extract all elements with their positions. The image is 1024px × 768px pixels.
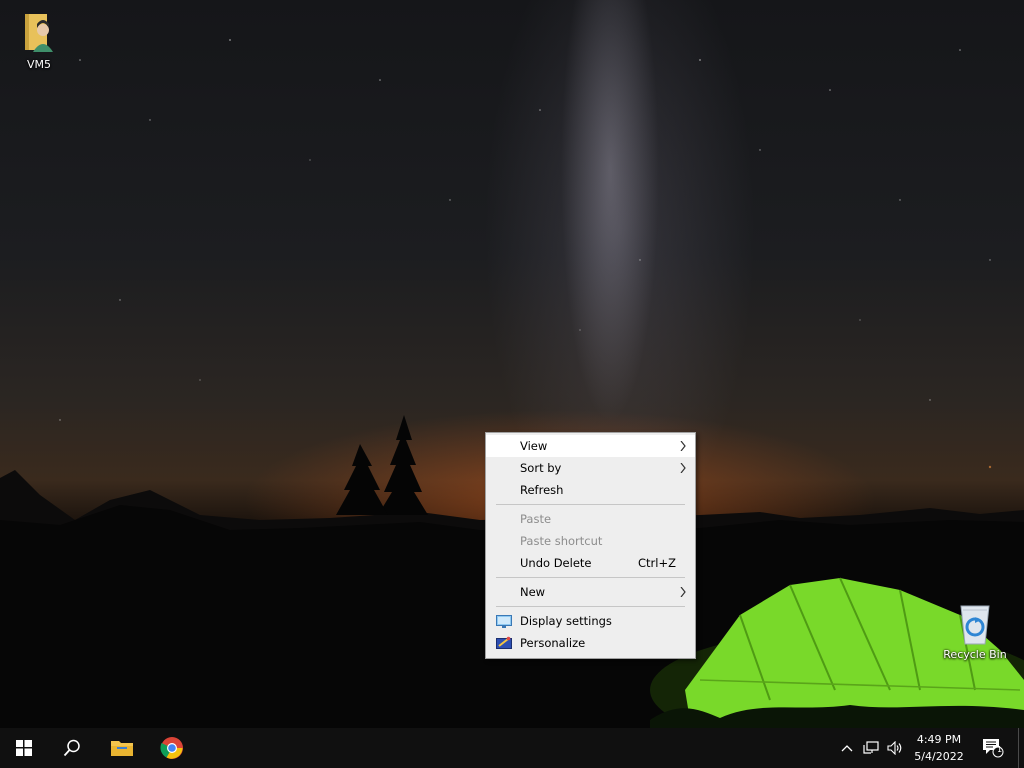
desktop-icon-recycle-bin[interactable]: Recycle Bin bbox=[938, 602, 1012, 661]
volume-button[interactable] bbox=[884, 728, 906, 768]
menu-item-display-settings[interactable]: Display settings bbox=[486, 610, 695, 632]
menu-item-personalize[interactable]: Personalize bbox=[486, 632, 695, 654]
user-folder-icon bbox=[25, 14, 53, 52]
clock-date: 5/4/2022 bbox=[914, 750, 964, 763]
menu-item-shortcut: Ctrl+Z bbox=[638, 556, 676, 570]
chrome-icon bbox=[160, 737, 183, 759]
search-icon bbox=[63, 739, 80, 757]
menu-item-label: Personalize bbox=[520, 636, 586, 650]
menu-item-label: New bbox=[520, 585, 546, 599]
menu-separator bbox=[496, 504, 685, 505]
menu-item-refresh[interactable]: Refresh bbox=[486, 479, 695, 501]
menu-item-label: View bbox=[520, 439, 548, 453]
desktop-context-menu: View Sort by Refresh Paste Paste shortcu… bbox=[485, 432, 696, 659]
menu-item-label: Paste bbox=[520, 512, 552, 526]
menu-item-label: Refresh bbox=[520, 483, 564, 497]
menu-item-new[interactable]: New bbox=[486, 581, 695, 603]
taskbar-file-explorer[interactable] bbox=[98, 728, 146, 768]
search-button[interactable] bbox=[48, 728, 96, 768]
desktop-icon-vm5[interactable]: VM5 bbox=[2, 10, 76, 71]
network-icon bbox=[863, 741, 879, 754]
action-center-button[interactable]: 1 bbox=[978, 728, 1008, 768]
menu-separator bbox=[496, 577, 685, 578]
menu-item-view[interactable]: View bbox=[486, 435, 695, 457]
chevron-right-icon bbox=[680, 587, 686, 597]
menu-item-label: Display settings bbox=[520, 614, 612, 628]
desktop-icon-label: Recycle Bin bbox=[943, 648, 1007, 661]
network-button[interactable] bbox=[860, 728, 882, 768]
taskbar-chrome[interactable] bbox=[148, 728, 196, 768]
taskbar: 4:49 PM 5/4/2022 1 bbox=[0, 728, 1024, 768]
chevron-right-icon bbox=[680, 463, 686, 473]
notification-count-badge: 1 bbox=[997, 745, 1003, 754]
show-hidden-icons-button[interactable] bbox=[838, 728, 856, 768]
chevron-right-icon bbox=[680, 441, 686, 451]
volume-icon bbox=[887, 741, 902, 755]
desktop-icon-label: VM5 bbox=[26, 58, 51, 71]
menu-item-undo-delete[interactable]: Undo Delete Ctrl+Z bbox=[486, 552, 695, 574]
menu-separator bbox=[496, 606, 685, 607]
display-settings-icon bbox=[496, 615, 512, 628]
menu-item-sort-by[interactable]: Sort by bbox=[486, 457, 695, 479]
file-explorer-icon bbox=[111, 741, 133, 756]
taskbar-clock[interactable]: 4:49 PM 5/4/2022 bbox=[908, 728, 970, 768]
show-desktop-button[interactable] bbox=[1018, 728, 1024, 768]
start-button[interactable] bbox=[0, 728, 48, 768]
menu-item-paste-shortcut[interactable]: Paste shortcut bbox=[486, 530, 695, 552]
recycle-bin-icon bbox=[960, 605, 990, 645]
menu-item-label: Sort by bbox=[520, 461, 562, 475]
personalize-icon bbox=[496, 636, 512, 649]
clock-time: 4:49 PM bbox=[916, 733, 962, 746]
chevron-up-icon bbox=[841, 745, 853, 752]
menu-item-label: Paste shortcut bbox=[520, 534, 603, 548]
menu-item-paste[interactable]: Paste bbox=[486, 508, 695, 530]
start-icon bbox=[16, 740, 32, 756]
menu-item-label: Undo Delete bbox=[520, 556, 592, 570]
